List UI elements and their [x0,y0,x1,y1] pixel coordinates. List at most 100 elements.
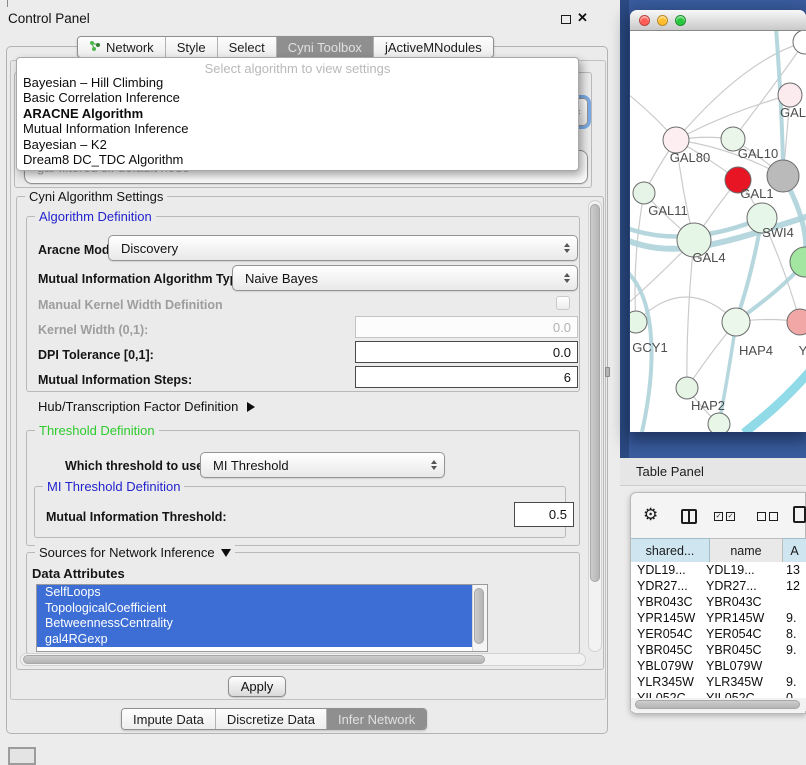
table-row[interactable]: YPR145WYPR145W9. [631,610,806,626]
table-row[interactable]: YER054CYER054C8. [631,626,806,642]
tab-impute-data[interactable]: Impute Data [122,709,215,729]
network-node[interactable] [708,413,730,432]
table-scrollbar-track [631,698,806,711]
manual-kernel-checkbox[interactable] [556,296,570,310]
table-row[interactable]: YBR043CYBR043C [631,594,806,610]
threshold-definition-title: Threshold Definition [35,423,159,438]
network-edge[interactable] [636,297,736,322]
table-scrollbar-thumb[interactable] [635,700,800,709]
tab-label: Network [106,40,154,55]
tab-infer-network[interactable]: Infer Network [326,709,426,729]
close-panel-icon[interactable]: ✕ [577,10,588,26]
algorithm-option[interactable]: Basic Correlation Inference [17,90,578,105]
network-node-hap4[interactable] [722,308,750,336]
which-threshold-combo[interactable]: MI Threshold [200,452,445,478]
table-row[interactable]: YLR345WYLR345W9. [631,674,806,690]
node-label: GCY1 [632,340,667,355]
table-cell: YDL19... [706,563,755,577]
control-panel-title: Control Panel [8,11,90,26]
column-header[interactable]: name [710,538,783,563]
network-node[interactable] [793,31,806,54]
select-all-checks-icon[interactable]: ✓✓ [714,512,735,521]
table-cell: YDR27... [637,579,688,593]
network-window-titlebar[interactable] [630,10,806,31]
mi-type-combo[interactable]: Naive Bayes [232,265,578,291]
algorithm-option[interactable]: ARACNE Algorithm [17,106,578,121]
close-traffic-light-icon[interactable] [639,15,650,26]
attribute-item[interactable]: BetweennessCentrality [37,616,474,632]
tab-cyni-toolbox[interactable]: Cyni Toolbox [276,37,373,57]
network-edge-weighted[interactable] [744,369,806,432]
tab-network[interactable]: Network [78,37,165,57]
table-cell: YBR045C [706,643,762,657]
tab-discretize-data[interactable]: Discretize Data [215,709,326,729]
split-columns-icon[interactable] [681,509,697,524]
network-node-gal11[interactable] [633,182,655,204]
tab-jactivemnodules[interactable]: jActiveMNodules [373,37,493,57]
mi-steps-field[interactable]: 6 [355,366,578,388]
aracne-mode-combo[interactable]: Discovery [108,235,578,261]
attribute-items: SelfLoopsTopologicalCoefficientBetweenne… [37,585,487,647]
unchecked-box-icon [769,512,778,521]
network-node-hap2[interactable] [676,377,698,399]
dpi-tolerance-field[interactable]: 0.0 [355,341,578,363]
deselect-all-checks-icon[interactable] [757,512,778,521]
table-row[interactable]: YDR27...YDR27...12 [631,578,806,594]
apply-button[interactable]: Apply [228,676,286,697]
table-row[interactable]: YBR045C YBR045C 9. [631,642,806,658]
node-label: HAP2 [691,398,725,413]
docked-panel-stub[interactable] [8,747,36,765]
attribute-item[interactable]: SelfLoops [37,585,474,601]
column-header[interactable]: A [783,538,806,563]
panel-divider-handle[interactable] [605,367,610,377]
algorithm-option[interactable]: Bayesian – K2 [17,137,578,152]
table-cell: 9. [786,643,796,657]
algorithm-option[interactable]: Dream8 DC_TDC Algorithm [17,152,578,167]
tab-select[interactable]: Select [217,37,276,57]
gear-icon[interactable]: ⚙ [643,505,658,525]
network-canvas[interactable]: GALGAL80GAL10GAL1GAL11SWI4GAL4GCY1HAP4YH… [630,31,806,432]
float-window-icon[interactable] [561,15,571,24]
kernel-width-label: Kernel Width (0,1): [38,323,148,337]
network-node-y[interactable] [787,309,806,335]
network-edge[interactable] [635,193,644,322]
zoom-traffic-light-icon[interactable] [675,15,686,26]
algorithm-option[interactable]: Mutual Information Inference [17,121,578,136]
network-node-gcy1[interactable] [630,311,647,333]
table-cell: YLR345W [706,675,763,689]
network-graph: GALGAL80GAL10GAL1GAL11SWI4GAL4GCY1HAP4YH… [630,31,806,432]
table-cell: YBR045C [637,643,693,657]
kernel-width-field[interactable]: 0.0 [355,316,578,338]
export-table-icon[interactable] [793,506,806,523]
column-header[interactable]: shared... [631,538,710,563]
algorithm-option[interactable]: Bayesian – Hill Climbing [17,75,578,90]
network-node-gal[interactable] [778,83,802,107]
hub-definition-toggle[interactable]: Hub/Transcription Factor Definition [38,399,255,414]
minimize-traffic-light-icon[interactable] [657,15,668,26]
table-cell: YBL079W [637,659,693,673]
node-label: GAL1 [740,186,773,201]
settings-vscrollbar-thumb[interactable] [590,204,600,582]
settings-hscrollbar-thumb[interactable] [23,655,485,664]
network-node[interactable] [790,247,806,277]
node-label: GAL4 [692,250,725,265]
table-row[interactable]: YBL079W YBL079W [631,658,806,674]
attribute-item[interactable]: gal4RGexp [37,632,474,648]
tab-style[interactable]: Style [165,37,217,57]
attribute-item[interactable]: TopologicalCoefficient [37,601,474,617]
tab-label: Infer Network [338,712,415,727]
sources-title-row[interactable]: Sources for Network Inference [35,545,235,560]
table-header: shared...nameA [631,538,806,563]
mi-threshold-label: Mutual Information Threshold: [46,510,227,524]
mi-threshold-field[interactable]: 0.5 [514,502,574,527]
list-scrollbar-thumb[interactable] [474,588,484,644]
desktop-edge-strip [620,0,629,458]
table-cell: YDR27... [706,579,757,593]
network-tab-icon [89,40,101,55]
table-cell: YBL079W [706,659,762,673]
table-row[interactable]: YDL19...YDL19...13 [631,562,806,578]
mi-threshold-group-title: MI Threshold Definition [43,479,184,494]
mi-type-value: Naive Bayes [245,271,318,286]
node-label: GAL [780,105,806,120]
checked-box-icon: ✓ [726,512,735,521]
